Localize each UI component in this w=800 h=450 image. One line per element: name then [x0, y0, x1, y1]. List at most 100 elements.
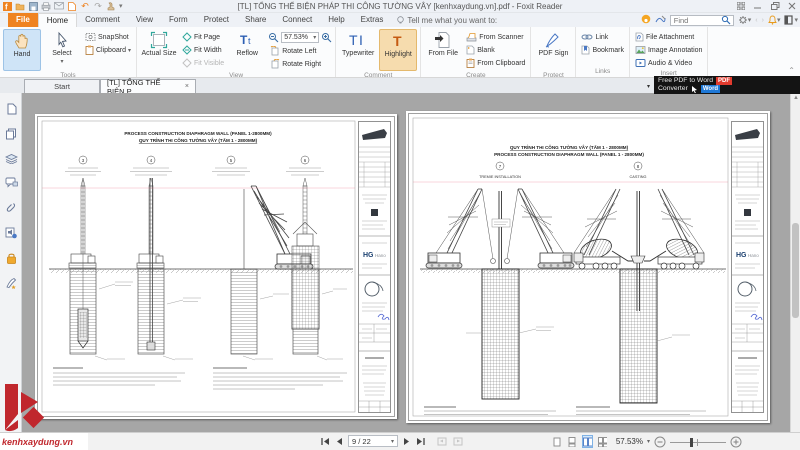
fit-page-button[interactable]: Fit Page — [180, 31, 226, 43]
select-dropdown-arrow[interactable]: ▾ — [60, 58, 63, 65]
open-file-icon[interactable] — [15, 1, 25, 11]
undo-icon[interactable]: ↶ — [80, 1, 90, 11]
ui-style-icon[interactable] — [736, 2, 746, 10]
settings-gear-icon[interactable]: ▾ — [738, 15, 752, 25]
reflow-button[interactable]: Tt Reflow — [228, 29, 266, 71]
page-indicator-box[interactable]: 9 / 22▾ — [348, 435, 398, 447]
clipboard-button[interactable]: Clipboard▾ — [83, 44, 133, 56]
document-canvas[interactable]: HG Hano — [22, 93, 790, 432]
menu-tab-form[interactable]: Form — [161, 13, 196, 27]
print-icon[interactable] — [41, 1, 51, 11]
zoom-slider-handle[interactable] — [690, 438, 693, 447]
facing-view-icon[interactable] — [582, 435, 593, 448]
from-clipboard-button[interactable]: From Clipboard — [464, 57, 527, 69]
menu-tab-share[interactable]: Share — [237, 13, 274, 27]
close-icon[interactable] — [787, 2, 797, 10]
tab-list-dropdown-icon[interactable]: ▾ — [647, 83, 650, 90]
tab-close-icon[interactable]: × — [185, 83, 189, 90]
from-scanner-button[interactable]: From Scanner — [464, 31, 527, 43]
select-cursor-icon — [53, 31, 71, 49]
comments-panel-icon[interactable] — [5, 177, 18, 188]
attachments-panel-icon[interactable] — [6, 201, 16, 214]
next-page-button[interactable] — [402, 436, 411, 447]
status-zoom-in-button[interactable] — [730, 436, 742, 448]
stamp-tool-icon[interactable] — [106, 1, 116, 11]
tell-me-label: Tell me what you want to: — [407, 16, 497, 25]
actual-size-button[interactable]: Actual Size — [140, 29, 178, 71]
blank-button[interactable]: Blank — [464, 44, 527, 56]
qat-customize-icon[interactable]: ▾ — [119, 2, 123, 10]
tab-start[interactable]: Start — [24, 79, 100, 93]
restore-icon[interactable] — [770, 2, 780, 10]
pages-panel-icon[interactable] — [5, 128, 17, 140]
menu-tab-extras[interactable]: Extras — [353, 13, 392, 27]
pdf-sign-button[interactable]: PDF Sign — [534, 29, 572, 71]
find-input[interactable] — [671, 16, 721, 25]
menu-tab-comment[interactable]: Comment — [77, 13, 128, 27]
ribbon-collapse-icon[interactable]: ⌃ — [788, 66, 795, 75]
typewriter-icon: TI — [348, 31, 368, 49]
zoom-slider[interactable] — [670, 436, 726, 448]
bookmark-button[interactable]: Bookmark — [579, 44, 626, 56]
select-tool-button[interactable]: Select ▾ — [43, 29, 81, 71]
minimize-icon[interactable] — [753, 2, 763, 10]
menu-tab-connect[interactable]: Connect — [274, 13, 320, 27]
highlight-button[interactable]: T Highlight — [379, 29, 417, 71]
bookmarks-panel-icon[interactable] — [6, 103, 17, 115]
fit-page-icon — [182, 32, 192, 42]
snapshot-button[interactable]: SnapShot — [83, 31, 133, 43]
menu-tab-help[interactable]: Help — [320, 13, 352, 27]
previous-page-button[interactable] — [335, 436, 344, 447]
pdf-page-1[interactable]: HG Hano — [35, 114, 397, 419]
hand-tool-button[interactable]: Hand — [3, 29, 41, 71]
find-box[interactable] — [670, 15, 734, 26]
svg-text:t: t — [248, 36, 251, 46]
typewriter-button[interactable]: TI Typewriter — [339, 29, 377, 71]
tell-me-box[interactable]: Tell me what you want to: — [391, 13, 503, 27]
menu-tab-file[interactable]: File — [8, 13, 38, 27]
search-icon[interactable] — [721, 15, 731, 25]
email-icon[interactable] — [54, 1, 64, 11]
continuous-facing-view-icon[interactable] — [597, 435, 608, 448]
menu-tab-protect[interactable]: Protect — [196, 13, 237, 27]
zoom-value-box[interactable]: 57.53%▾ — [281, 32, 319, 43]
redo-icon[interactable]: ↷ — [93, 1, 103, 11]
media-panel-icon[interactable] — [5, 227, 17, 239]
save-icon[interactable] — [28, 1, 38, 11]
status-zoom-dropdown-icon[interactable]: ▾ — [647, 438, 650, 445]
image-annotation-button[interactable]: Image Annotation — [633, 44, 705, 56]
first-page-button[interactable] — [320, 436, 331, 447]
status-zoom-out-button[interactable] — [654, 436, 666, 448]
pdf-to-word-promo[interactable]: Free PDF to WordPDF Converter Word — [654, 76, 800, 94]
scrollbar-thumb[interactable] — [792, 223, 799, 318]
file-attachment-button[interactable]: File Attachment — [633, 31, 705, 43]
from-file-button[interactable]: From File — [424, 29, 462, 71]
fit-width-button[interactable]: Fit Width — [180, 44, 226, 56]
notifications-bell-icon[interactable]: ▾ — [768, 15, 781, 25]
audio-video-label: Audio & Video — [648, 60, 692, 67]
pdf-sign-label: PDF Sign — [538, 50, 568, 58]
rotate-left-button[interactable]: Rotate Left — [268, 45, 332, 57]
zoom-in-icon[interactable] — [321, 32, 332, 43]
vertical-scrollbar[interactable]: ▲ — [790, 93, 800, 432]
read-mode-icon[interactable]: ▾ — [784, 15, 798, 25]
single-page-view-icon[interactable] — [552, 435, 563, 448]
security-panel-icon[interactable] — [6, 252, 17, 264]
layers-panel-icon[interactable] — [5, 153, 18, 164]
rotate-right-button[interactable]: Rotate Right — [268, 58, 332, 70]
menu-tab-view[interactable]: View — [128, 13, 161, 27]
link-button[interactable]: Link — [579, 31, 626, 43]
snapshot-label: SnapShot — [98, 34, 129, 41]
foxit-logo-icon: f — [2, 1, 12, 11]
digital-signature-panel-icon[interactable] — [5, 277, 17, 289]
pdf-page-2[interactable]: QUY TRÌNH THI CÔNG TƯỜNG VÂY (TẤM 1 - 28… — [406, 111, 770, 423]
status-zoom-value[interactable]: 57.53% — [616, 437, 643, 446]
audio-video-button[interactable]: Audio & Video — [633, 57, 705, 69]
new-document-icon[interactable] — [67, 1, 77, 11]
zoom-out-icon[interactable] — [268, 32, 279, 43]
continuous-view-icon[interactable] — [567, 435, 578, 448]
tab-document[interactable]: [TL] TỔNG THỂ BIỆN P... × — [100, 79, 196, 93]
last-page-button[interactable] — [415, 436, 426, 447]
scroll-up-icon[interactable]: ▲ — [793, 95, 799, 101]
menu-tab-home[interactable]: Home — [38, 13, 77, 27]
